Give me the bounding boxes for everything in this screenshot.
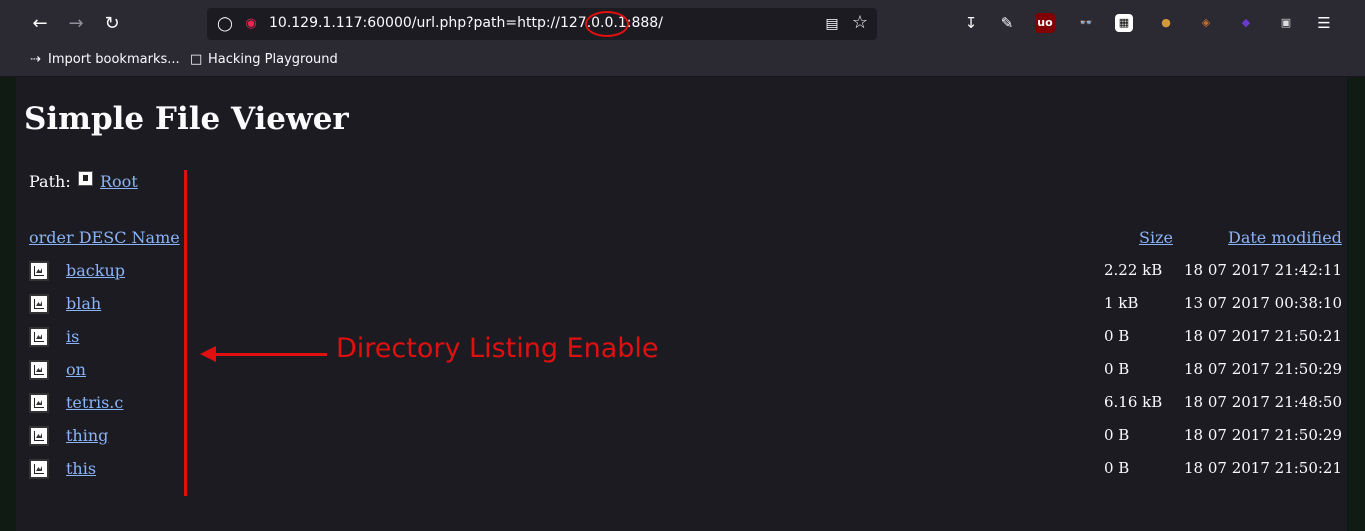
file-size: 0 B	[1104, 459, 1130, 477]
file-date: 18 07 2017 21:50:21	[1184, 459, 1343, 477]
file-link[interactable]: this	[66, 459, 96, 478]
file-row: thing 0 B 18 07 2017 21:50:29	[16, 426, 1347, 459]
extensions-puzzle-icon[interactable]: ✎	[996, 12, 1018, 34]
glasses-icon[interactable]: 👓	[1075, 12, 1097, 34]
file-size: 0 B	[1104, 426, 1130, 444]
shield-icon[interactable]: ◯	[216, 15, 234, 33]
annotation-vertical-line	[184, 170, 187, 496]
sort-date-link[interactable]: Date modified	[1228, 228, 1342, 247]
file-icon	[29, 360, 49, 380]
ublock-icon[interactable]: uo	[1035, 13, 1055, 33]
file-icon	[29, 294, 49, 314]
file-icon	[29, 426, 49, 446]
file-row: tetris.c 6.16 kB 18 07 2017 21:48:50	[16, 393, 1347, 426]
file-size: 0 B	[1104, 360, 1130, 378]
reader-view-icon[interactable]: ▤	[822, 14, 842, 34]
forward-arrow-icon[interactable]: →	[63, 11, 89, 37]
bookmark-star-icon[interactable]: ☆	[850, 13, 870, 33]
file-link[interactable]: blah	[66, 294, 101, 313]
annotation-arrow-line	[214, 353, 327, 356]
file-size: 6.16 kB	[1104, 393, 1163, 411]
window-edge	[1347, 77, 1365, 531]
path-root-link[interactable]: Root	[100, 172, 138, 191]
file-row: on 0 B 18 07 2017 21:50:29	[16, 360, 1347, 393]
import-icon: ⇢	[30, 52, 41, 67]
port-highlight-circle	[585, 11, 629, 37]
file-link[interactable]: tetris.c	[66, 393, 123, 412]
file-icon	[29, 393, 49, 413]
sort-name-link[interactable]: order DESC Name	[29, 228, 180, 247]
file-date: 18 07 2017 21:50:29	[1184, 426, 1343, 444]
file-row: backup 2.22 kB 18 07 2017 21:42:11	[16, 261, 1347, 294]
page-title: Simple File Viewer	[24, 101, 349, 137]
file-size: 1 kB	[1104, 294, 1139, 312]
file-link[interactable]: backup	[66, 261, 125, 280]
reload-icon[interactable]: ↻	[99, 11, 125, 37]
file-icon	[29, 261, 49, 281]
file-icon	[29, 459, 49, 479]
sort-size-link[interactable]: Size	[1139, 228, 1173, 247]
back-arrow-icon[interactable]: ←	[27, 11, 53, 37]
path-label: Path:	[29, 172, 71, 191]
download-icon[interactable]: ↧	[960, 12, 982, 34]
url-bar[interactable]: ◯ ◉ 10.129.1.117:60000/url.php?path=http…	[207, 8, 877, 40]
cookie-icon[interactable]: ●	[1155, 12, 1177, 34]
browser-toolbar: ← → ↻ ◯ ◉ 10.129.1.117:60000/url.php?pat…	[0, 0, 1365, 46]
menu-hamburger-icon[interactable]: ☰	[1313, 12, 1335, 34]
bookmarks-bar: ⇢ Import bookmarks... □ Hacking Playground	[0, 46, 1365, 77]
file-date: 18 07 2017 21:48:50	[1184, 393, 1343, 411]
file-date: 18 07 2017 21:50:29	[1184, 360, 1343, 378]
file-size: 0 B	[1104, 327, 1130, 345]
folder-icon: □	[190, 52, 203, 67]
bookmark-hacking-playground[interactable]: □ Hacking Playground	[190, 52, 338, 67]
gem-icon[interactable]: ◆	[1235, 12, 1257, 34]
annotation-text: Directory Listing Enable	[336, 333, 659, 364]
cube-icon[interactable]: ▣	[1275, 12, 1297, 34]
bookmark-import[interactable]: ⇢ Import bookmarks...	[30, 52, 180, 67]
insecure-lock-icon[interactable]: ◉	[242, 15, 260, 33]
file-icon	[29, 327, 49, 347]
file-date: 18 07 2017 21:42:11	[1184, 261, 1343, 279]
qr-icon[interactable]: ▦	[1115, 14, 1133, 32]
page-content: Simple File Viewer Path: Root order DESC…	[16, 77, 1347, 531]
file-link[interactable]: thing	[66, 426, 108, 445]
file-row: blah 1 kB 13 07 2017 00:38:10	[16, 294, 1347, 327]
file-link[interactable]: is	[66, 327, 79, 346]
file-row: this 0 B 18 07 2017 21:50:21	[16, 459, 1347, 492]
file-date: 13 07 2017 00:38:10	[1184, 294, 1343, 312]
file-link[interactable]: on	[66, 360, 86, 379]
file-size: 2.22 kB	[1104, 261, 1163, 279]
folder-root-icon	[78, 171, 93, 186]
noodle-icon[interactable]: ◈	[1195, 12, 1217, 34]
file-date: 18 07 2017 21:50:21	[1184, 327, 1343, 345]
